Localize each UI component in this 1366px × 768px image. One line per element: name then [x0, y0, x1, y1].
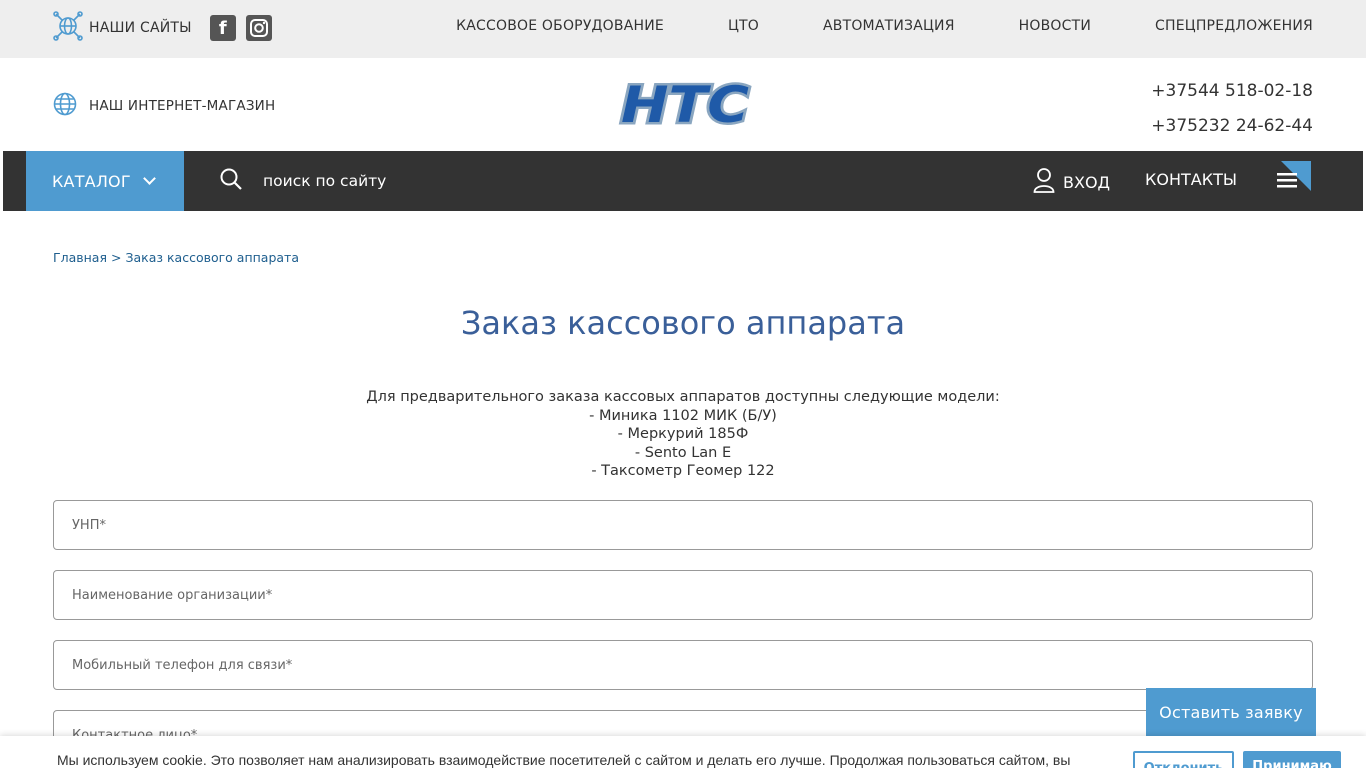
cookie-text: Мы используем cookie. Это позволяет нам …	[57, 752, 1071, 768]
our-sites[interactable]: НАШИ САЙТЫ f	[53, 11, 272, 45]
chevron-down-icon	[142, 172, 156, 185]
header: НАШ ИНТЕРНЕТ-МАГАЗИН НТС НТС +37544 518-…	[3, 58, 1363, 151]
our-sites-label: НАШИ САЙТЫ	[89, 20, 192, 36]
unp-field[interactable]	[53, 500, 1313, 550]
phones: +37544 518-02-18 +375232 24-62-44	[1151, 74, 1313, 144]
login-button[interactable]: ВХОД	[1033, 167, 1110, 197]
logo[interactable]: НТС НТС	[617, 74, 753, 137]
user-icon	[1033, 167, 1055, 197]
phone-2[interactable]: +375232 24-62-44	[1151, 109, 1313, 144]
topnav-cto[interactable]: ЦТО	[728, 18, 759, 34]
cookie-accept-button[interactable]: Принимаю	[1243, 751, 1341, 768]
model-item: - Меркурий 185Ф	[617, 426, 749, 442]
catalog-label: КАТАЛОГ	[52, 171, 131, 191]
intro-text: Для предварительного заказа кассовых апп…	[0, 388, 1366, 481]
intro-line: Для предварительного заказа кассовых апп…	[366, 389, 1000, 405]
globe-icon	[53, 92, 77, 120]
facebook-icon[interactable]: f	[209, 15, 236, 41]
mobile-phone-field[interactable]	[53, 640, 1313, 690]
logo-text: НТС	[621, 76, 749, 130]
main-nav-bar: КАТАЛОГ ВХОД КОНТАКТЫ	[3, 151, 1363, 211]
search-input[interactable]	[263, 172, 563, 190]
model-item: - Sento Lan E	[634, 444, 732, 461]
topnav-cash-equipment[interactable]: КАССОВОЕ ОБОРУДОВАНИЕ	[456, 18, 664, 34]
search-icon[interactable]	[219, 167, 243, 195]
cookie-banner: Мы используем cookie. Это позволяет нам …	[0, 736, 1366, 768]
top-nav: КАССОВОЕ ОБОРУДОВАНИЕ ЦТО АВТОМАТИЗАЦИЯ …	[392, 18, 1313, 34]
submit-request-button[interactable]: Оставить заявку	[1146, 688, 1316, 736]
contacts-link[interactable]: КОНТАКТЫ	[1145, 170, 1237, 189]
model-item: - Таксометр Геомер 122	[591, 463, 775, 479]
breadcrumb-separator: >	[111, 250, 122, 265]
instagram-icon[interactable]	[245, 15, 272, 41]
search-box[interactable]	[219, 167, 563, 195]
model-item: - Миника 1102 МИК (Б/У)	[589, 407, 777, 424]
page-title: Заказ кассового аппарата	[460, 304, 906, 342]
topnav-news[interactable]: НОВОСТИ	[1019, 18, 1091, 34]
network-icon	[53, 11, 83, 45]
cookie-decline-button[interactable]: Отклонить	[1133, 751, 1234, 768]
breadcrumb-home[interactable]: Главная	[53, 250, 107, 265]
top-bar: НАШИ САЙТЫ f КАССОВОЕ ОБОРУДОВАНИЕ ЦТО А…	[0, 0, 1366, 58]
phone-1[interactable]: +37544 518-02-18	[1151, 74, 1313, 109]
online-shop-link[interactable]: НАШ ИНТЕРНЕТ-МАГАЗИН	[53, 92, 275, 120]
login-label: ВХОД	[1063, 172, 1111, 192]
breadcrumb: Главная > Заказ кассового аппарата	[53, 250, 299, 265]
topnav-special-offers[interactable]: СПЕЦПРЕДЛОЖЕНИЯ	[1155, 18, 1313, 34]
menu-icon[interactable]	[1275, 161, 1311, 193]
topnav-automation[interactable]: АВТОМАТИЗАЦИЯ	[823, 18, 955, 34]
breadcrumb-current[interactable]: Заказ кассового аппарата	[125, 250, 299, 265]
catalog-button[interactable]: КАТАЛОГ	[26, 151, 184, 211]
online-shop-label: НАШ ИНТЕРНЕТ-МАГАЗИН	[89, 98, 276, 114]
organization-name-field[interactable]	[53, 570, 1313, 620]
